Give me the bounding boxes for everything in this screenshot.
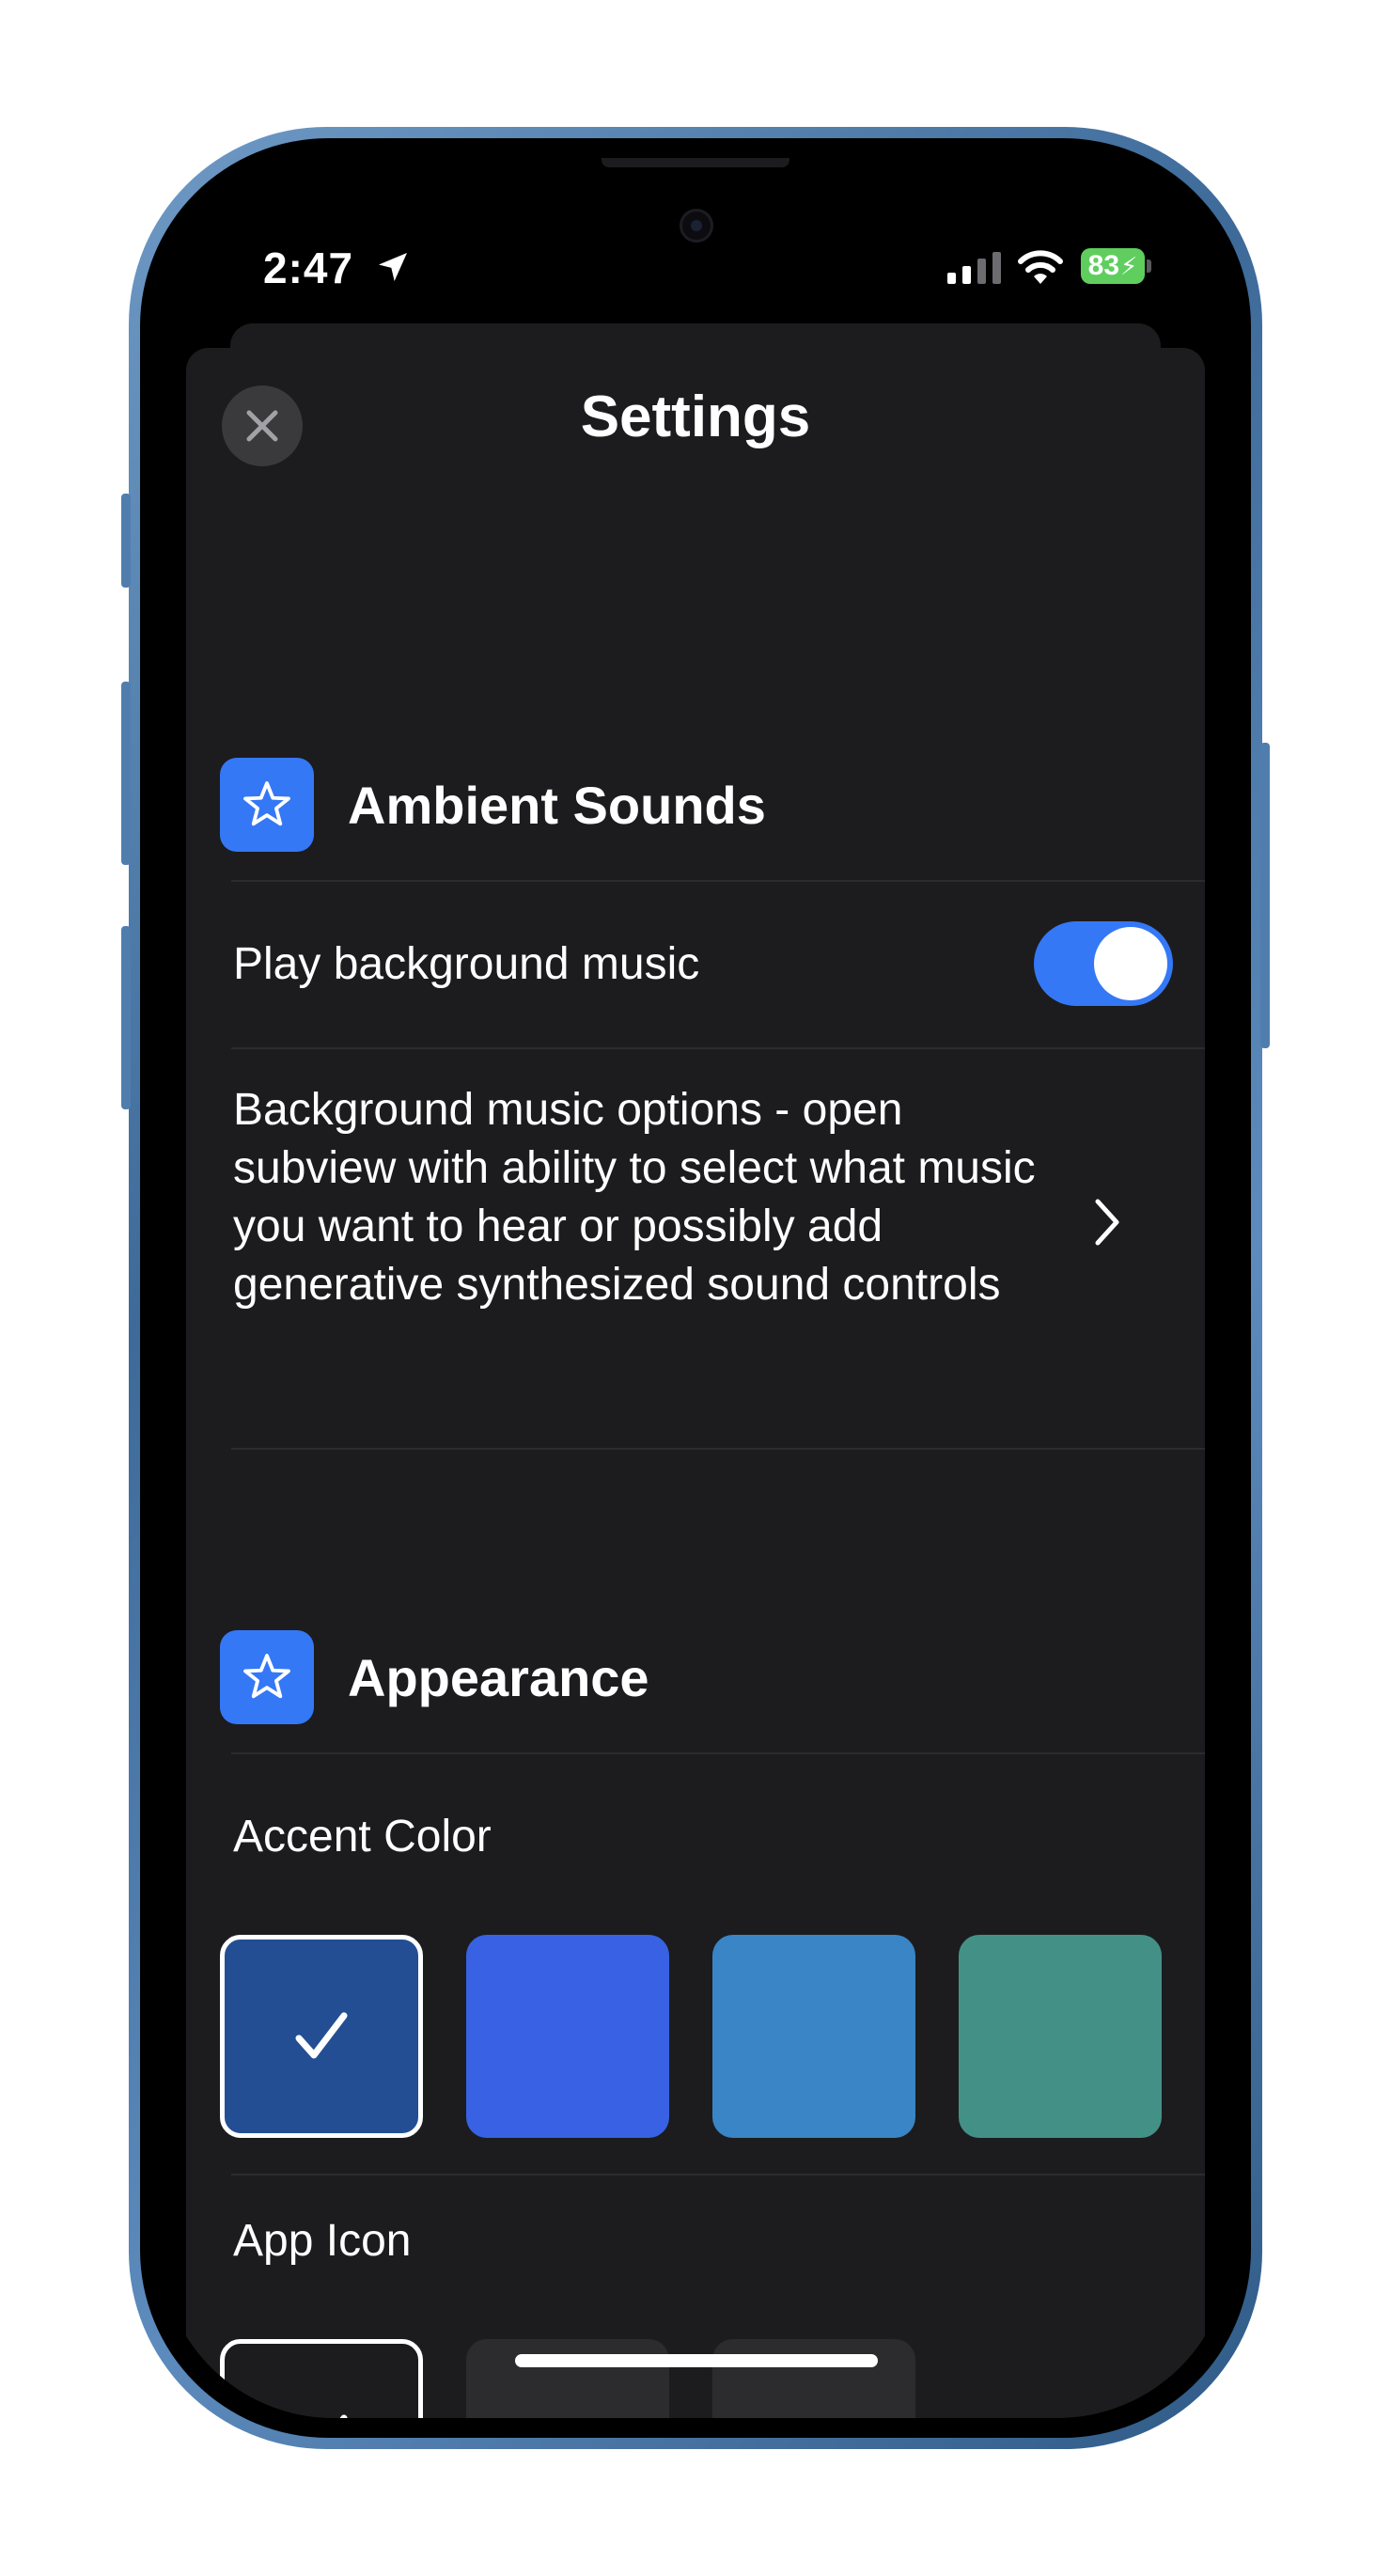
accent-swatch-4[interactable] — [959, 1935, 1162, 2138]
earpiece-speaker — [602, 158, 789, 167]
divider — [231, 1047, 1205, 1049]
accent-swatch-3[interactable] — [712, 1935, 915, 2138]
settings-sheet: Settings Ambient Sounds Play background … — [186, 348, 1205, 2418]
play-music-label: Play background music — [233, 939, 700, 989]
volume-up-button — [121, 682, 131, 865]
divider — [231, 1448, 1205, 1450]
star-icon — [243, 781, 290, 826]
battery-indicator: 83 ⚡ — [1081, 248, 1145, 284]
silent-switch — [121, 494, 131, 588]
star-icon — [243, 1654, 290, 1699]
chevron-right-icon[interactable] — [1088, 1194, 1126, 1250]
ambient-section-title: Ambient Sounds — [348, 776, 766, 835]
checkmark-icon — [295, 2012, 348, 2059]
power-button — [1260, 743, 1270, 1048]
charging-bolt-icon: ⚡ — [1120, 251, 1138, 280]
ambient-section-icon — [220, 758, 314, 852]
app-icon-option-2[interactable] — [466, 2339, 669, 2418]
accent-swatch-2[interactable] — [466, 1935, 669, 2138]
music-options-row[interactable]: Background music options - open subview … — [233, 1081, 1041, 1314]
battery-level: 83 — [1087, 250, 1120, 281]
play-music-toggle[interactable] — [1034, 921, 1173, 1006]
app-icon-option-3[interactable] — [712, 2339, 915, 2418]
phone-screen: 2:47 83 ⚡ Settings Ambient Sounds Play b… — [160, 158, 1231, 2418]
appearance-section-title: Appearance — [348, 1648, 649, 1707]
wifi-icon — [1018, 250, 1063, 284]
home-indicator[interactable] — [515, 2354, 878, 2367]
divider — [231, 1752, 1205, 1754]
checkmark-icon — [339, 2414, 348, 2418]
page-title: Settings — [580, 385, 811, 449]
app-icon-option-1[interactable] — [220, 2339, 423, 2418]
volume-down-button — [121, 926, 131, 1109]
location-arrow-icon — [379, 253, 407, 281]
battery-cap — [1147, 259, 1151, 273]
accent-swatch-1[interactable] — [220, 1935, 423, 2138]
accent-color-label: Accent Color — [233, 1812, 492, 1861]
app-icon-label: App Icon — [233, 2216, 412, 2266]
cellular-signal-icon — [947, 252, 1001, 284]
toggle-knob — [1094, 927, 1167, 1000]
appearance-section-icon — [220, 1630, 314, 1724]
divider — [231, 880, 1205, 882]
divider — [231, 2174, 1205, 2175]
status-time: 2:47 — [263, 243, 354, 292]
front-camera — [680, 209, 713, 243]
